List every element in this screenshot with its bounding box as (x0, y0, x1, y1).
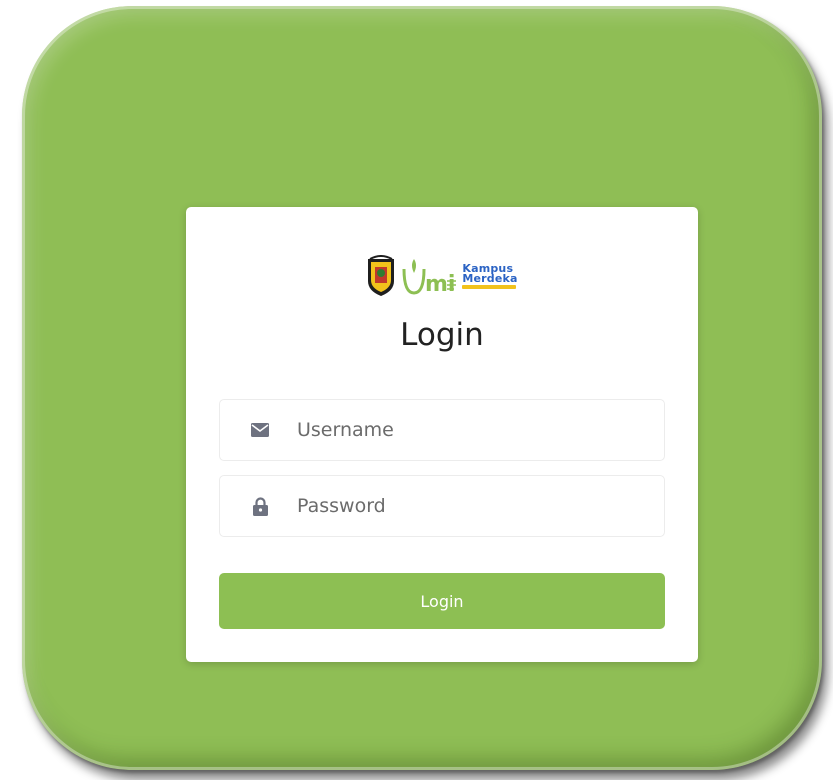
kampus-merdeka-logo: Kampus Merdeka (462, 263, 517, 289)
logo-row: mi Kampus Merdeka (186, 255, 698, 297)
university-crest-logo (368, 255, 395, 296)
password-input[interactable] (297, 495, 637, 517)
umi-logo: mi (402, 259, 457, 297)
password-field[interactable] (219, 475, 665, 537)
login-card: mi Kampus Merdeka Login Username Login (186, 207, 698, 662)
green-rounded-frame: mi Kampus Merdeka Login Username Login (22, 6, 822, 770)
kampus-merdeka-bar (462, 285, 517, 289)
envelope-icon (247, 423, 273, 437)
lock-icon (247, 496, 273, 516)
username-field[interactable] (219, 399, 665, 461)
merdeka-logo-text: Merdeka (462, 272, 518, 285)
page-title: Login (400, 317, 484, 353)
username-input[interactable] (297, 419, 637, 441)
login-button[interactable]: Login (219, 573, 665, 629)
